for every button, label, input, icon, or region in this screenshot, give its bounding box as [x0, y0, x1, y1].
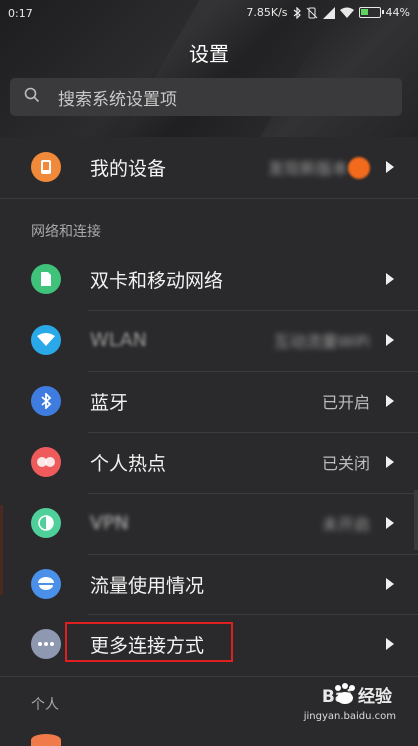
chevron-right-icon [386, 161, 394, 173]
status-time: 0:17 [8, 7, 33, 20]
search-icon [24, 87, 48, 107]
bluetooth-status-icon [293, 6, 301, 19]
sidebar-item-wlan[interactable]: WLAN 互动流量WiFi [0, 310, 418, 370]
network-speed: 7.85K/s [246, 6, 288, 19]
chevron-right-icon [386, 578, 394, 590]
chevron-right-icon [386, 395, 394, 407]
hotspot-icon [31, 447, 61, 477]
chevron-right-icon [386, 638, 394, 650]
section-header-network: 网络和连接 [31, 224, 101, 240]
watermark-brand: Bai 经验 [321, 687, 392, 707]
my-device-row[interactable]: 我的设备 发现新版本 [0, 137, 418, 197]
sidebar-item-dual-sim[interactable]: 双卡和移动网络 [0, 249, 418, 309]
chevron-right-icon [386, 273, 394, 285]
section-divider [0, 198, 418, 199]
search-input[interactable]: 搜索系统设置项 [58, 85, 177, 110]
chevron-right-icon [386, 456, 394, 468]
item-value: 互动流量WiFi [273, 332, 370, 351]
device-icon [31, 152, 61, 182]
sidebar-item-hotspot[interactable]: 个人热点 已关闭 [0, 432, 418, 492]
wifi-status-icon [339, 7, 354, 18]
battery-percent: 44% [385, 6, 410, 19]
battery-icon [358, 7, 384, 18]
item-label: 蓝牙 [90, 391, 129, 414]
sidebar-item-vpn[interactable]: VPN 未开启 [0, 493, 418, 553]
partial-item-icon [31, 734, 61, 746]
section-divider [0, 676, 418, 677]
page-title: 设置 [189, 42, 229, 66]
data-usage-icon [31, 569, 61, 599]
more-icon [31, 629, 61, 659]
device-update-text: 发现新版本 [267, 159, 348, 178]
battery-fill [360, 9, 368, 15]
highlight-box [65, 622, 233, 662]
vibrate-icon [306, 7, 317, 18]
edge-decoration [414, 490, 418, 550]
sidebar-item-data-usage[interactable]: 流量使用情况 [0, 554, 418, 614]
sidebar-item-bluetooth[interactable]: 蓝牙 已开启 [0, 371, 418, 431]
bluetooth-icon [31, 386, 61, 416]
edge-decoration [0, 505, 3, 595]
item-label: 个人热点 [90, 452, 167, 475]
item-value: 已关闭 [321, 454, 370, 473]
my-device-label: 我的设备 [90, 157, 167, 180]
item-label: VPN [90, 512, 129, 534]
status-indicators: 7.85K/s 44% [246, 6, 410, 19]
update-badge [348, 157, 370, 179]
chevron-right-icon [386, 517, 394, 529]
vpn-icon [31, 508, 61, 538]
item-label: 流量使用情况 [90, 574, 205, 597]
item-value: 未开启 [321, 515, 370, 534]
item-value: 已开启 [321, 393, 370, 412]
section-header-personal: 个人 [31, 697, 59, 713]
signal-icon [322, 6, 335, 19]
sim-card-icon [31, 264, 61, 294]
wifi-icon [31, 325, 61, 355]
search-bar[interactable]: 搜索系统设置项 [10, 78, 402, 116]
item-label: 双卡和移动网络 [90, 269, 224, 292]
item-label: WLAN [90, 329, 148, 351]
watermark-url: jingyan.baidu.com [303, 711, 396, 722]
chevron-right-icon [386, 334, 394, 346]
status-bar: 0:17 7.85K/s 44% [0, 0, 418, 28]
